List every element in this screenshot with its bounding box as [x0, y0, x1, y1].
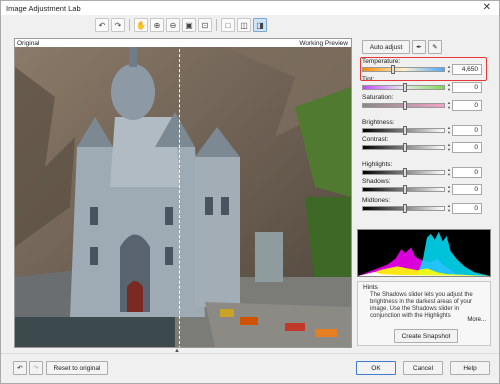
redo-icon[interactable]: ↷: [111, 18, 125, 32]
zoom-fit-icon[interactable]: ▣: [182, 18, 196, 32]
split-divider[interactable]: [179, 39, 180, 347]
slider-thumb[interactable]: [402, 168, 407, 177]
ok-button[interactable]: OK: [356, 361, 396, 375]
highlight-box: [360, 57, 487, 81]
slider-value-field[interactable]: 0: [452, 142, 482, 153]
image-adjustment-window: Image Adjustment Lab ✕ ↶ ↷ ✋ ⊕ ⊖ ▣ ⊡ □ ◫…: [0, 0, 500, 384]
slider-value-field[interactable]: 0: [452, 203, 482, 214]
spin-arrows-icon[interactable]: ▲ ▼: [447, 100, 451, 111]
slider-label: Contrast:: [362, 136, 389, 143]
slider-thumb[interactable]: [402, 143, 407, 152]
slider-track[interactable]: [362, 168, 445, 177]
auto-adjust-button[interactable]: Auto adjust: [362, 40, 410, 54]
slider-contrast: Contrast: ▲ ▼ 0: [357, 136, 492, 154]
slider-label: Shadows:: [362, 178, 391, 185]
undo-icon[interactable]: ↶: [95, 18, 109, 32]
redo-bottom-icon[interactable]: ↷: [29, 361, 43, 375]
hints-title: Hints: [363, 284, 378, 291]
hints-text: The Shadows slider lets you adjust the b…: [370, 292, 473, 319]
slider-highlights: Highlights: ▲ ▼ 0: [357, 161, 492, 179]
slider-value-field[interactable]: 0: [452, 125, 482, 136]
slider-label: Highlights:: [362, 161, 393, 168]
cancel-button[interactable]: Cancel: [403, 361, 443, 375]
slider-track[interactable]: [362, 185, 445, 194]
original-label: Original: [17, 40, 40, 47]
slider-label: Midtones:: [362, 197, 391, 204]
title-bar: Image Adjustment Lab ✕: [1, 1, 499, 15]
eyedropper-icon[interactable]: ✒: [412, 40, 426, 54]
image-preview[interactable]: Original Working Preview: [14, 38, 352, 348]
slider-track[interactable]: [362, 101, 445, 110]
single-view-icon[interactable]: □: [221, 18, 235, 32]
slider-value-field[interactable]: 0: [452, 100, 482, 111]
working-preview-label: Working Preview: [299, 40, 348, 47]
zoom-out-icon[interactable]: ⊖: [166, 18, 180, 32]
spin-arrows-icon[interactable]: ▲ ▼: [447, 167, 451, 178]
help-button[interactable]: Help: [450, 361, 490, 375]
reset-to-original-button[interactable]: Reset to original: [46, 361, 108, 375]
slider-track[interactable]: [362, 83, 445, 92]
spin-arrows-icon[interactable]: ▲ ▼: [447, 82, 451, 93]
split-view-icon[interactable]: ◫: [237, 18, 251, 32]
spin-arrows-icon[interactable]: ▲ ▼: [447, 184, 451, 195]
slider-midtones: Midtones: ▲ ▼ 0: [357, 197, 492, 215]
spin-arrows-icon[interactable]: ▲ ▼: [447, 125, 451, 136]
slider-label: Brightness:: [362, 119, 395, 126]
side-by-side-icon[interactable]: ◨: [253, 18, 267, 32]
eyedropper-sample-icon[interactable]: ✎: [428, 40, 442, 54]
close-icon[interactable]: ✕: [483, 2, 491, 13]
slider-value-field[interactable]: 0: [452, 167, 482, 178]
slider-thumb[interactable]: [402, 185, 407, 194]
photo-cathedral: [15, 47, 351, 347]
slider-thumb[interactable]: [402, 204, 407, 213]
slider-thumb[interactable]: [402, 83, 407, 92]
create-snapshot-button[interactable]: Create Snapshot: [394, 329, 458, 343]
toolbar-separator: [216, 19, 217, 31]
spin-arrows-icon[interactable]: ▲ ▼: [447, 142, 451, 153]
slider-thumb[interactable]: [402, 101, 407, 110]
slider-brightness: Brightness: ▲ ▼ 0: [357, 119, 492, 137]
slider-shadows: Shadows: ▲ ▼ 0: [357, 178, 492, 196]
slider-thumb[interactable]: [402, 126, 407, 135]
slider-value-field[interactable]: 0: [452, 82, 482, 93]
window-title: Image Adjustment Lab: [6, 4, 81, 13]
bottom-bar: ↶ ↷ Reset to original OK Cancel Help: [1, 353, 499, 383]
zoom-in-icon[interactable]: ⊕: [150, 18, 164, 32]
toolbar: ↶ ↷ ✋ ⊕ ⊖ ▣ ⊡ □ ◫ ◨: [1, 16, 499, 36]
slider-saturation: Saturation: ▲ ▼ 0: [357, 94, 492, 112]
toolbar-separator: [129, 19, 130, 31]
histogram: [357, 229, 491, 277]
more-link[interactable]: More...: [467, 317, 486, 323]
slider-label: Saturation:: [362, 94, 394, 101]
zoom-actual-icon[interactable]: ⊡: [198, 18, 212, 32]
hand-icon[interactable]: ✋: [134, 18, 148, 32]
slider-track[interactable]: [362, 126, 445, 135]
slider-track[interactable]: [362, 204, 445, 213]
undo-bottom-icon[interactable]: ↶: [13, 361, 27, 375]
slider-value-field[interactable]: 0: [452, 184, 482, 195]
slider-track[interactable]: [362, 143, 445, 152]
spin-arrows-icon[interactable]: ▲ ▼: [447, 203, 451, 214]
